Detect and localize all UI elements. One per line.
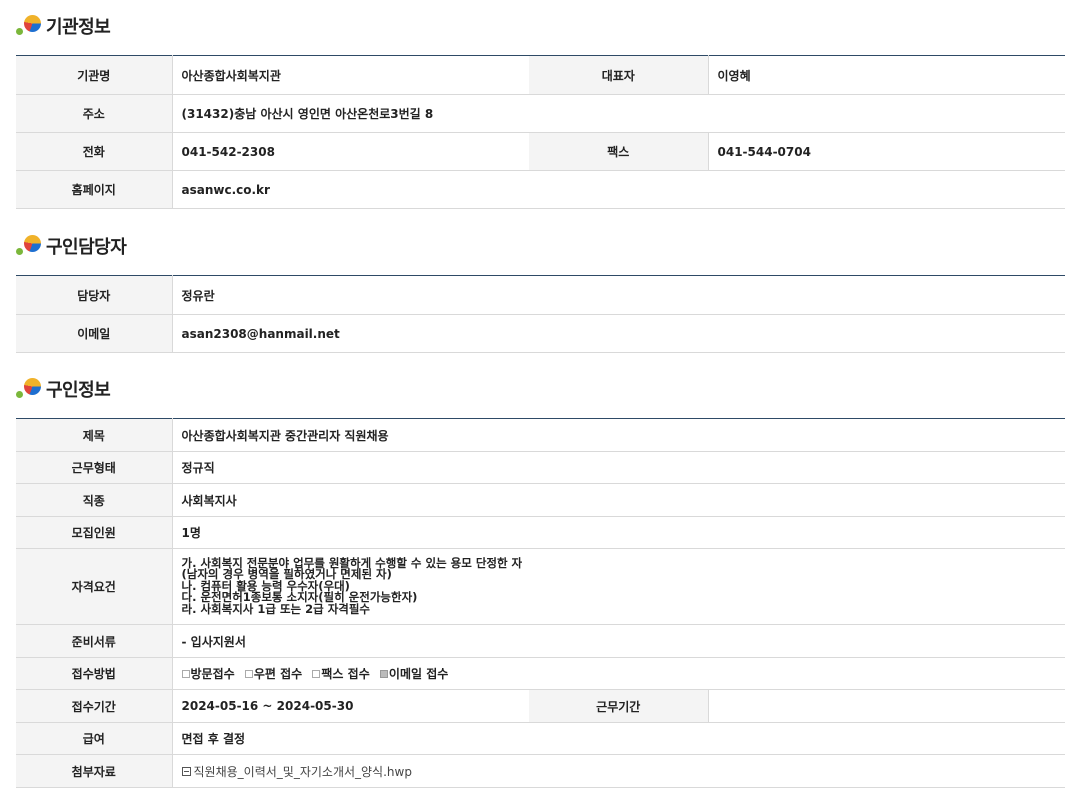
- qual-line: 라. 사회복지사 1급 또는 2급 자격필수: [181, 601, 371, 616]
- table-row: 주소 (31432)충남 아산시 영인면 아산온천로3번길 8: [16, 94, 1065, 133]
- contact-person-label: 담당자: [16, 275, 173, 315]
- table-row: 모집인원 1명: [16, 516, 1066, 549]
- org-rep-value: 이영혜: [708, 55, 1065, 95]
- table-row: 홈페이지 asanwc.co.kr: [16, 170, 1065, 209]
- job-qual-label: 자격요건: [16, 548, 173, 625]
- checkbox-icon: [181, 669, 190, 678]
- table-row: 이메일 asan2308@hanmail.net: [16, 314, 1065, 353]
- job-work-period-label: 근무기간: [529, 689, 709, 723]
- job-headcount-value: 1명: [172, 516, 1066, 549]
- table-row: 급여 면접 후 결정: [16, 722, 1066, 755]
- org-phone-value: 041-542-2308: [172, 132, 529, 171]
- table-row: 직종 사회복지사: [16, 483, 1066, 517]
- section-logo-icon: [16, 13, 44, 39]
- table-row: 근무형태 정규직: [16, 451, 1066, 484]
- job-type-value: 정규직: [172, 451, 1066, 484]
- table-row: 자격요건 가. 사회복지 전문분야 업무를 원활하게 수행할 수 있는 용모 단…: [16, 548, 1066, 625]
- job-docs-label: 준비서류: [16, 624, 173, 658]
- method-fax-checkbox[interactable]: 팩스 접수: [312, 665, 370, 682]
- org-fax-label: 팩스: [529, 132, 709, 171]
- checkbox-icon: [312, 669, 321, 678]
- table-row: 접수기간 2024-05-16 ~ 2024-05-30 근무기간: [16, 689, 1066, 723]
- section-logo-icon: [16, 233, 44, 259]
- section-title-text: 구인담당자: [46, 237, 127, 258]
- job-method-options: 방문접수 우편 접수 팩스 접수 이메일 접수: [172, 657, 1066, 690]
- job-period-value: 2024-05-16 ~ 2024-05-30: [172, 689, 529, 723]
- contact-person-value: 정유란: [172, 275, 1065, 315]
- section-title-job: 구인정보: [16, 374, 111, 404]
- contact-info-table: 담당자 정유란 이메일 asan2308@hanmail.net: [16, 275, 1065, 353]
- checkbox-checked-icon: [379, 669, 388, 678]
- org-fax-value: 041-544-0704: [708, 132, 1065, 171]
- job-salary-label: 급여: [16, 722, 173, 755]
- file-icon: [181, 766, 191, 776]
- table-row: 접수방법 방문접수 우편 접수 팩스 접수 이메일 접수: [16, 657, 1066, 690]
- checkbox-icon: [244, 669, 253, 678]
- org-addr-label: 주소: [16, 94, 173, 133]
- table-row: 기관명 아산종합사회복지관 대표자 이영혜: [16, 55, 1065, 95]
- table-row: 전화 041-542-2308 팩스 041-544-0704: [16, 132, 1065, 171]
- job-method-label: 접수방법: [16, 657, 173, 690]
- job-attach-cell: 직원채용_이력서_및_자기소개서_양식.hwp: [172, 754, 1066, 788]
- job-work-period-value: [708, 689, 1066, 723]
- table-row: 첨부자료 직원채용_이력서_및_자기소개서_양식.hwp: [16, 754, 1066, 788]
- method-visit-checkbox[interactable]: 방문접수: [181, 665, 235, 682]
- method-email-checkbox[interactable]: 이메일 접수: [379, 665, 448, 682]
- contact-email-link[interactable]: asan2308@hanmail.net: [172, 314, 1065, 353]
- job-salary-value: 면접 후 결정: [172, 722, 1066, 755]
- table-row: 준비서류 - 입사지원서: [16, 624, 1066, 658]
- job-qual-value: 가. 사회복지 전문분야 업무를 원활하게 수행할 수 있는 용모 단정한 자 …: [172, 548, 1066, 625]
- org-phone-label: 전화: [16, 132, 173, 171]
- job-info-table: 제목 아산종합사회복지관 중간관리자 직원채용 근무형태 정규직 직종 사회복지…: [16, 418, 1066, 788]
- org-addr-value: (31432)충남 아산시 영인면 아산온천로3번길 8: [172, 94, 1065, 133]
- job-category-value: 사회복지사: [172, 483, 1066, 517]
- org-name-label: 기관명: [16, 55, 173, 95]
- job-title-value: 아산종합사회복지관 중간관리자 직원채용: [172, 418, 1066, 452]
- org-home-link[interactable]: asanwc.co.kr: [172, 170, 1065, 209]
- section-title-org: 기관정보: [16, 11, 111, 41]
- attachment-filename: 직원채용_이력서_및_자기소개서_양식.hwp: [193, 764, 412, 779]
- method-post-checkbox[interactable]: 우편 접수: [244, 665, 302, 682]
- job-title-label: 제목: [16, 418, 173, 452]
- job-attach-label: 첨부자료: [16, 754, 173, 788]
- org-name-value: 아산종합사회복지관: [172, 55, 529, 95]
- job-period-label: 접수기간: [16, 689, 173, 723]
- org-home-label: 홈페이지: [16, 170, 173, 209]
- section-title-text: 구인정보: [46, 380, 111, 401]
- table-row: 제목 아산종합사회복지관 중간관리자 직원채용: [16, 418, 1066, 452]
- job-category-label: 직종: [16, 483, 173, 517]
- job-docs-value: - 입사지원서: [172, 624, 1066, 658]
- section-title-text: 기관정보: [46, 17, 111, 38]
- job-headcount-label: 모집인원: [16, 516, 173, 549]
- contact-email-label: 이메일: [16, 314, 173, 353]
- job-type-label: 근무형태: [16, 451, 173, 484]
- table-row: 담당자 정유란: [16, 275, 1065, 315]
- org-rep-label: 대표자: [529, 55, 709, 95]
- section-title-contact: 구인담당자: [16, 231, 127, 261]
- section-logo-icon: [16, 376, 44, 402]
- org-info-table: 기관명 아산종합사회복지관 대표자 이영혜 주소 (31432)충남 아산시 영…: [16, 55, 1065, 209]
- attachment-link[interactable]: 직원채용_이력서_및_자기소개서_양식.hwp: [181, 763, 412, 780]
